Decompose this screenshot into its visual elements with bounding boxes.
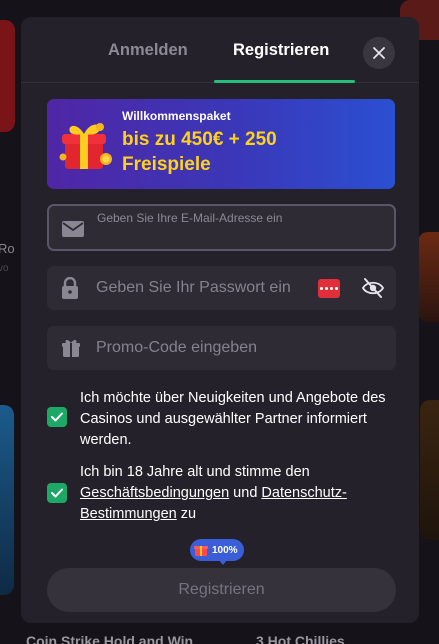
envelope-icon <box>62 221 84 237</box>
promo-code-field[interactable]: Promo-Code eingeben <box>47 326 396 370</box>
background-game-title: Coin Strike Hold and Win <box>26 633 194 644</box>
promo-headline: bis zu 450€ + 250 <box>122 129 277 150</box>
check-icon <box>51 488 63 498</box>
terms-text-prefix: Ich bin 18 Jahre alt und stimme den <box>80 464 310 480</box>
password-placeholder: Geben Sie Ihr Passwort ein <box>96 279 291 296</box>
email-placeholder: Geben Sie Ihre E-Mail-Adresse ein <box>97 211 283 225</box>
background-game-tile <box>0 20 15 132</box>
newsletter-consent-text: Ich möchte über Neuigkeiten und Angebote… <box>80 390 386 448</box>
close-button[interactable] <box>363 37 395 69</box>
registration-modal: Anmelden Registrieren Willkommenspaket b… <box>21 17 419 623</box>
background-game-title: Ro <box>0 241 15 256</box>
promo-code-placeholder: Promo-Code eingeben <box>96 339 257 356</box>
gift-icon <box>61 338 81 358</box>
password-field[interactable]: Geben Sie Ihr Passwort ein <box>47 266 396 310</box>
register-submit-label: Registrieren <box>178 581 265 598</box>
auth-tabs: Anmelden Registrieren <box>21 17 419 83</box>
terms-text-middle: und <box>229 485 262 501</box>
completion-badge-pointer <box>218 559 228 565</box>
terms-link[interactable]: Geschäftsbedingungen <box>80 485 229 501</box>
promo-headline: Freispiele <box>122 154 211 175</box>
check-icon <box>51 412 63 422</box>
background-game-provider: vo <box>0 263 9 274</box>
tab-login[interactable]: Anmelden <box>108 41 188 60</box>
background-game-title: 3 Hot Chillies <box>256 633 345 644</box>
background-game-tile <box>0 405 14 595</box>
tab-register[interactable]: Registrieren <box>233 41 329 60</box>
close-icon <box>373 47 385 59</box>
completion-percent: 100% <box>212 544 238 556</box>
newsletter-checkbox[interactable] <box>47 407 67 427</box>
background-game-tile <box>418 232 439 322</box>
active-tab-indicator <box>214 80 355 83</box>
email-field[interactable]: Geben Sie Ihre E-Mail-Adresse ein <box>47 204 396 251</box>
password-manager-icon[interactable] <box>318 279 340 298</box>
welcome-bonus-banner: Willkommenspaket bis zu 450€ + 250 Freis… <box>47 99 395 189</box>
terms-consent-text: Ich bin 18 Jahre alt und stimme den Gesc… <box>80 462 396 525</box>
register-submit-button[interactable]: Registrieren <box>47 568 396 612</box>
background-game-tile <box>420 400 439 540</box>
gift-icon <box>194 546 208 556</box>
lock-icon <box>61 277 79 299</box>
gift-box-icon <box>59 123 112 169</box>
eye-off-icon[interactable] <box>361 277 385 299</box>
promo-kicker: Willkommenspaket <box>122 109 231 123</box>
terms-text-suffix: zu <box>176 506 197 522</box>
terms-checkbox[interactable] <box>47 483 67 503</box>
completion-badge: 100% <box>190 539 244 561</box>
